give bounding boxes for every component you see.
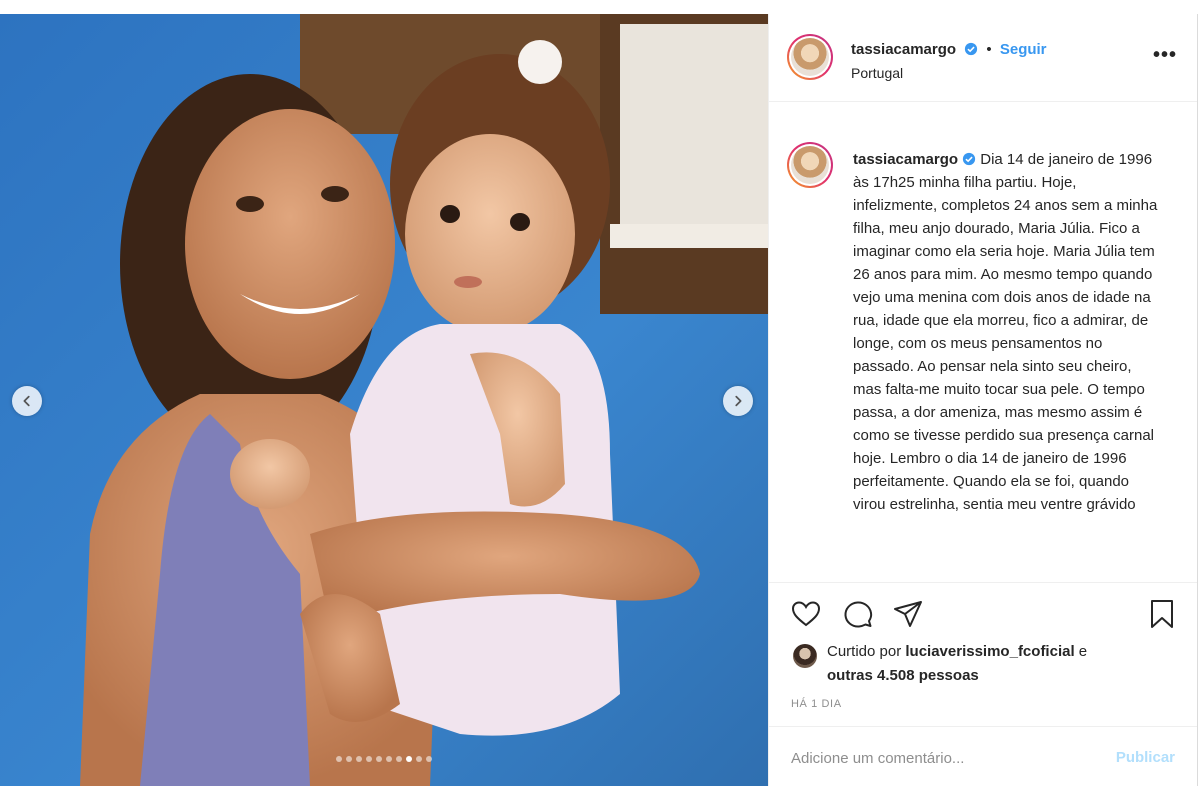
comment-box: Publicar: [769, 726, 1197, 786]
author-username[interactable]: tassiacamargo: [851, 41, 956, 58]
carousel-dot: [336, 756, 342, 762]
chevron-left-icon: [23, 395, 30, 407]
more-options-button[interactable]: •••: [1153, 44, 1177, 67]
publish-button[interactable]: Publicar: [1116, 749, 1175, 766]
liked-by-username[interactable]: luciaverissimo_fcoficial: [905, 643, 1074, 660]
liker-avatar[interactable]: [793, 644, 817, 668]
save-button[interactable]: [1145, 597, 1179, 631]
paper-plane-icon: [894, 601, 922, 627]
share-button[interactable]: [891, 597, 925, 631]
follow-button[interactable]: Seguir: [1000, 41, 1047, 58]
post-photo[interactable]: [0, 14, 768, 786]
comment-input[interactable]: [789, 745, 1093, 771]
comment-button[interactable]: [841, 597, 875, 631]
carousel-dot: [406, 756, 412, 762]
carousel-dot: [396, 756, 402, 762]
heart-icon: [791, 601, 821, 627]
comment-icon: [844, 601, 873, 628]
verified-badge-icon: [965, 42, 978, 56]
separator-dot: •: [986, 41, 992, 58]
carousel-next-button[interactable]: [723, 386, 753, 416]
author-avatar[interactable]: [787, 34, 833, 80]
caption-text: Dia 14 de janeiro de 1996 às 17h25 minha…: [853, 151, 1158, 513]
verified-badge-icon: [962, 152, 976, 166]
carousel-dot: [346, 756, 352, 762]
caption-username[interactable]: tassiacamargo: [853, 151, 958, 168]
post-location[interactable]: Portugal: [851, 65, 903, 81]
carousel-dot: [366, 756, 372, 762]
liked-by-others[interactable]: outras 4.508 pessoas: [827, 667, 979, 684]
post-caption: tassiacamargo Dia 14 de janeiro de 1996 …: [853, 148, 1163, 516]
carousel-indicator: [0, 756, 768, 762]
header-user-line: tassiacamargo • Seguir: [851, 41, 1047, 58]
action-bar: [769, 582, 1197, 632]
carousel-dot: [376, 756, 382, 762]
liked-by-suffix: e: [1078, 643, 1088, 660]
post-sidebar: tassiacamargo • Seguir Portugal ••• tass…: [768, 14, 1198, 786]
instagram-post: tassiacamargo • Seguir Portugal ••• tass…: [0, 14, 1200, 786]
carousel-dot: [416, 756, 422, 762]
bookmark-icon: [1151, 600, 1173, 628]
carousel-prev-button[interactable]: [12, 386, 42, 416]
likes-text: Curtido por luciaverissimo_fcoficial e o…: [827, 640, 1167, 688]
carousel-dot: [386, 756, 392, 762]
post-header: tassiacamargo • Seguir Portugal •••: [769, 14, 1197, 102]
carousel-dot: [426, 756, 432, 762]
chevron-right-icon: [735, 395, 742, 407]
like-button[interactable]: [789, 597, 823, 631]
carousel-dot: [356, 756, 362, 762]
liked-by-prefix: Curtido por: [827, 643, 902, 660]
caption-avatar[interactable]: [787, 142, 833, 188]
photo-illustration: [0, 14, 768, 786]
caption-area: tassiacamargo Dia 14 de janeiro de 1996 …: [769, 102, 1197, 582]
post-timestamp[interactable]: HÁ 1 DIA: [791, 698, 842, 710]
